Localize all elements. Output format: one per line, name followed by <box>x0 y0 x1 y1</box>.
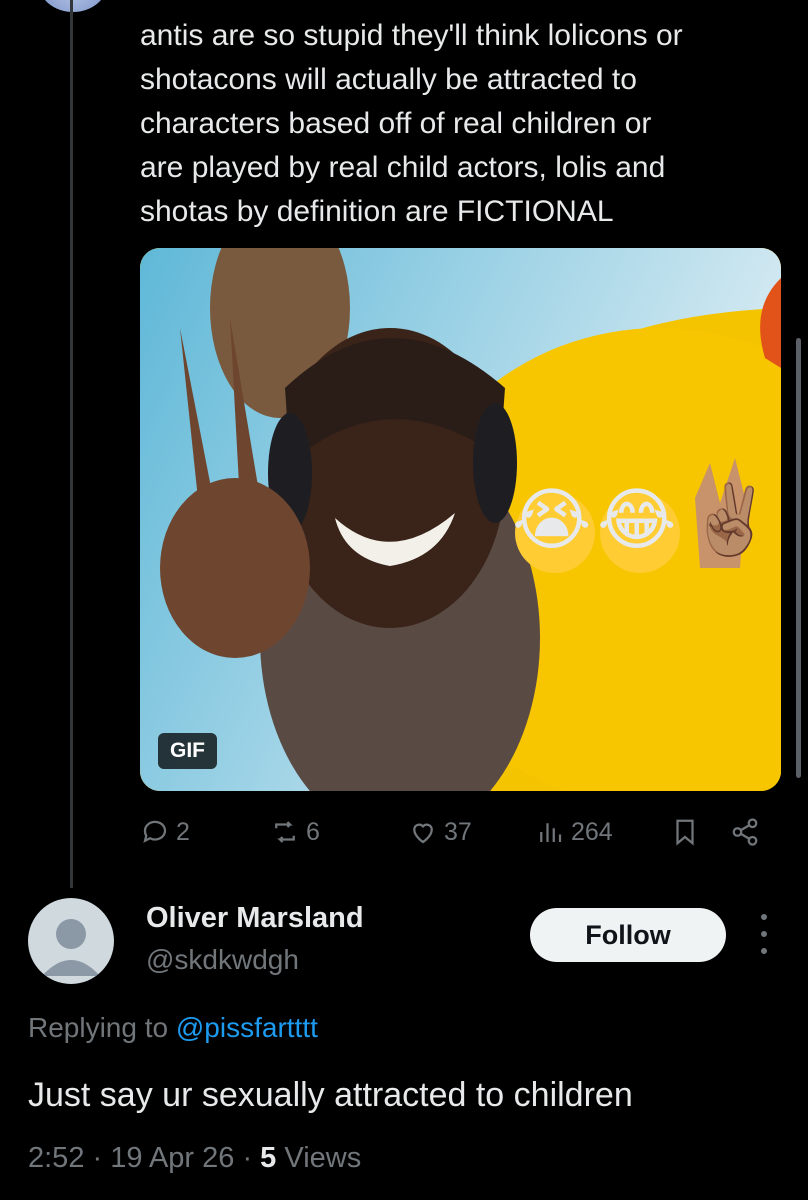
avatar[interactable] <box>28 898 114 984</box>
reply-icon <box>143 820 167 843</box>
gif-emoji-0: 😭 <box>512 482 592 558</box>
share-button[interactable] <box>730 808 760 856</box>
original-poster-avatar[interactable] <box>38 0 108 12</box>
replying-to-mention[interactable]: @pissfartttt <box>176 1012 318 1043</box>
gif-emoji-2: ✌🏽 <box>688 482 773 558</box>
user-handle[interactable]: @skdkwdgh <box>146 944 299 976</box>
views-count: 5 <box>260 1142 277 1174</box>
repost-button[interactable]: 6 <box>270 808 320 856</box>
tweet-metadata: 2:52 · 19 Apr 26 · 5 Views <box>28 1142 362 1174</box>
gif-frame-image <box>140 248 781 791</box>
like-button[interactable]: 37 <box>408 808 472 856</box>
repost-icon <box>275 821 295 843</box>
reply-button[interactable]: 2 <box>140 808 190 856</box>
heart-icon <box>413 823 433 844</box>
gif-emoji-1: 😂 <box>597 482 677 558</box>
share-icon <box>732 818 758 846</box>
replying-to-prefix: Replying to <box>28 1012 176 1043</box>
reply-text: Just say ur sexually attracted to childr… <box>28 1076 633 1114</box>
default-avatar-icon <box>42 919 100 976</box>
tweet-action-bar: 2 6 37 264 <box>140 808 780 856</box>
tweet-media-gif[interactable]: GIF 😭 😂 ✌🏽 <box>140 248 781 791</box>
like-count: 37 <box>444 817 472 846</box>
gif-badge: GIF <box>158 733 217 769</box>
repost-count: 6 <box>306 817 320 846</box>
display-name[interactable]: Oliver Marsland <box>146 902 364 935</box>
bookmark-icon <box>676 819 694 846</box>
scrollbar[interactable] <box>796 338 801 778</box>
replying-to-line: Replying to @pissfartttt <box>28 1012 318 1044</box>
tweet-text: antis are so stupid they'll think lolico… <box>140 19 683 228</box>
views-label: Views <box>284 1142 362 1174</box>
view-count: 264 <box>571 817 613 846</box>
more-options-icon[interactable] <box>752 914 776 954</box>
bookmark-button[interactable] <box>670 808 700 856</box>
thread-connector-line <box>70 0 73 888</box>
reply-count: 2 <box>176 817 190 846</box>
tweet-time[interactable]: 2:52 <box>28 1142 84 1174</box>
follow-button[interactable]: Follow <box>530 908 726 962</box>
tweet-date[interactable]: 19 Apr 26 <box>110 1142 234 1174</box>
views-button[interactable]: 264 <box>535 808 613 856</box>
analytics-icon <box>540 823 562 842</box>
